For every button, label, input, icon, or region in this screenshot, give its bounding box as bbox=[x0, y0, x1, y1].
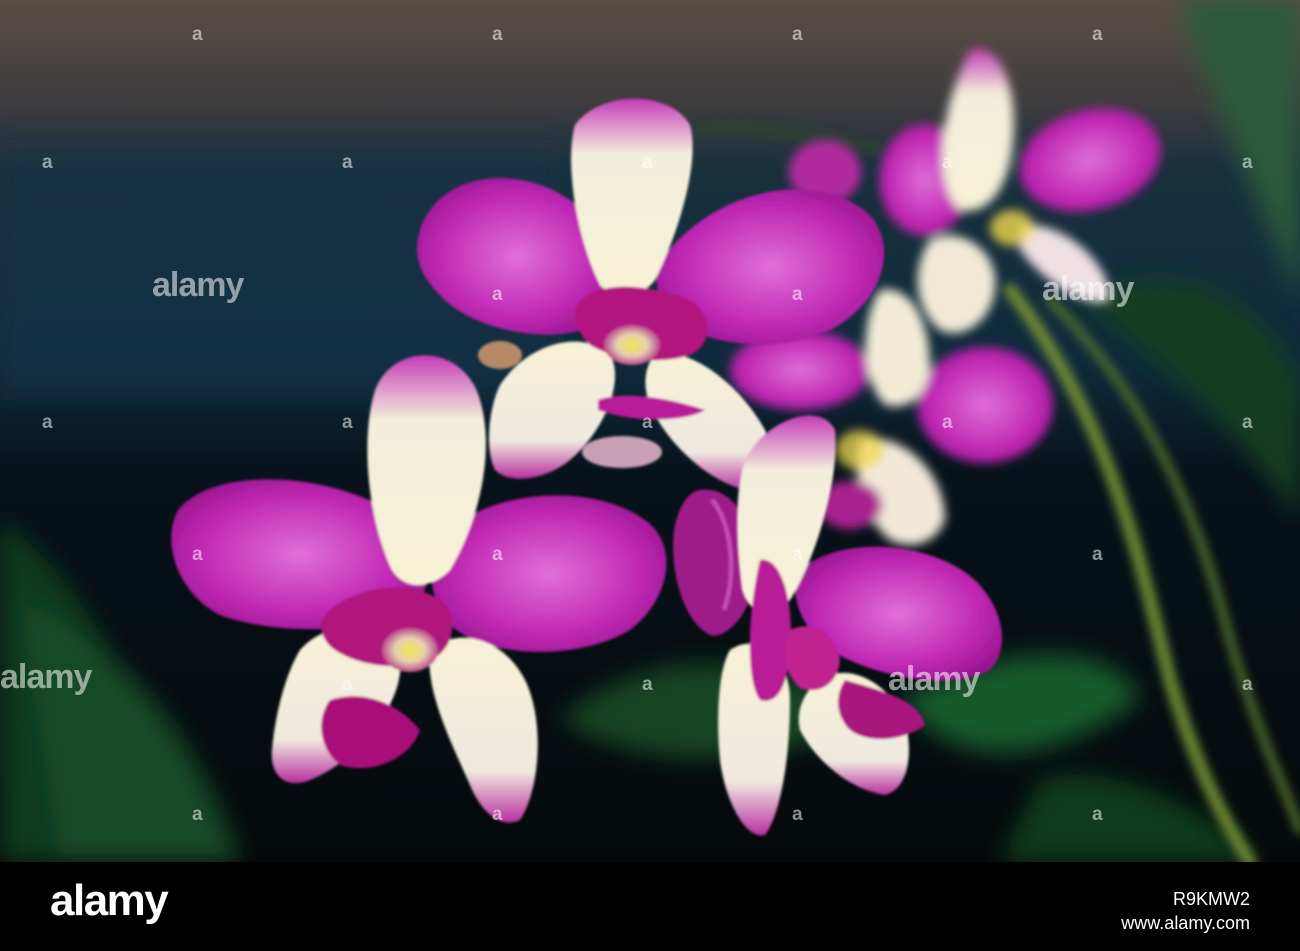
image-id: R9KMW2 bbox=[1172, 889, 1250, 909]
image-reference: R9KMW2 www.alamy.com bbox=[1121, 887, 1250, 936]
alamy-logo: alamy bbox=[50, 876, 169, 925]
site-url: www.alamy.com bbox=[1121, 913, 1250, 934]
orchid-photo bbox=[0, 0, 1300, 862]
footer-bar: alamy R9KMW2 www.alamy.com bbox=[0, 862, 1300, 951]
